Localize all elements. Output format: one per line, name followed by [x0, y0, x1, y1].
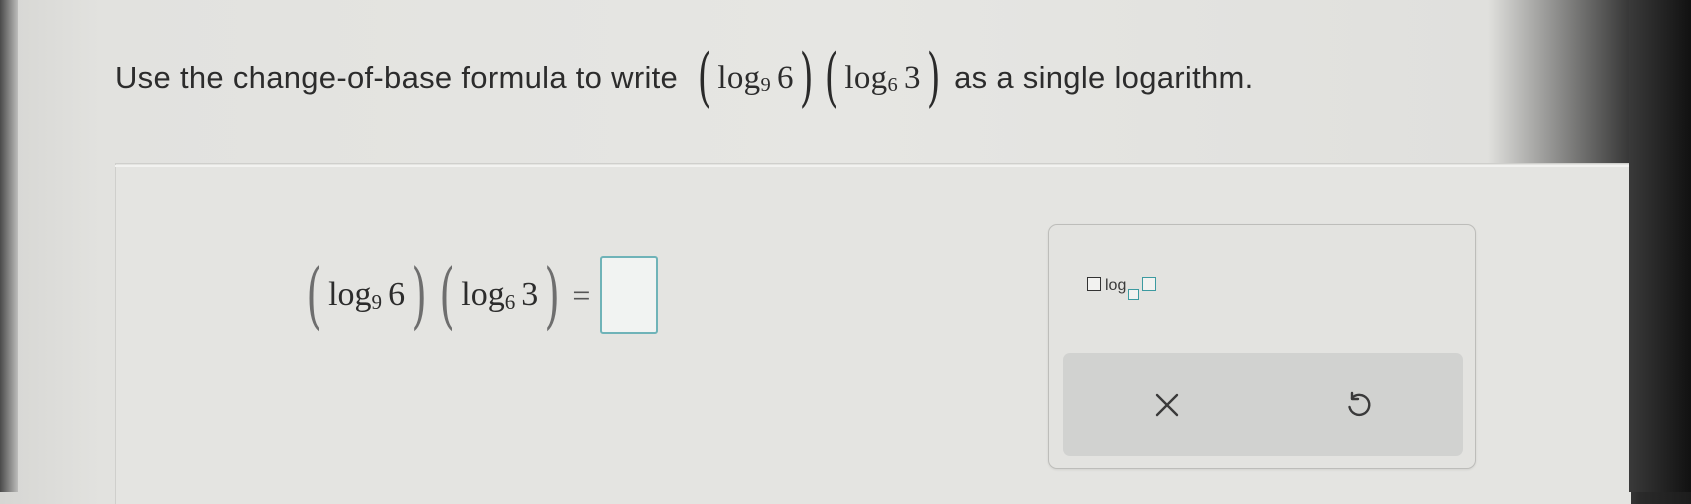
log1-word: log: [717, 59, 761, 96]
question-suffix: as a single logarithm.: [954, 60, 1254, 95]
log-template-button[interactable]: log: [1087, 277, 1157, 300]
argument-placeholder-icon: [1142, 277, 1157, 291]
left-paren-2: (: [824, 41, 839, 115]
eq-log1-word: log: [328, 276, 372, 313]
answer-equation: ( log 9 6 ) ( log 6 3 ) =: [300, 245, 659, 345]
screen-edge: [1629, 0, 1691, 492]
log2-word: log: [844, 59, 888, 96]
undo-button[interactable]: [1328, 377, 1388, 433]
undo-icon: [1348, 391, 1371, 417]
x-icon: [1155, 393, 1179, 417]
eq-log2-word: log: [461, 276, 505, 313]
eq-right-paren-2: ): [544, 253, 561, 337]
eq-log1-arg: 6: [388, 276, 406, 313]
question-expression: ( log 9 6 ) ( log 6 3 ): [692, 46, 946, 110]
answer-input-box[interactable]: [600, 256, 659, 334]
eq-left-paren-2: (: [439, 253, 455, 337]
question-prefix: Use the change-of-base formula to write: [115, 60, 679, 95]
left-paren-1: (: [697, 41, 712, 115]
clear-button[interactable]: [1137, 377, 1197, 433]
log1-arg: 6: [776, 59, 794, 96]
log2-base: 6: [887, 73, 898, 96]
base-placeholder-icon: [1128, 289, 1140, 300]
eq-log2-arg: 3: [521, 276, 539, 313]
math-palette: log: [1048, 224, 1476, 469]
log2-arg: 3: [903, 59, 921, 96]
log1-base: 9: [760, 73, 771, 96]
log-template-label: log: [1105, 277, 1127, 294]
eq-left-paren-1: (: [306, 253, 322, 337]
eq-log2-base: 6: [504, 289, 516, 314]
palette-toolbar: [1063, 353, 1463, 456]
equals-sign: =: [572, 276, 591, 313]
right-paren-1: ): [799, 41, 814, 115]
left-shadow: [0, 0, 18, 492]
coefficient-placeholder-icon: [1087, 277, 1101, 291]
right-paren-2: ): [926, 41, 941, 115]
panel-divider: [115, 165, 1630, 167]
eq-right-paren-1: ): [411, 253, 427, 337]
eq-log1-base: 9: [371, 289, 383, 314]
question-text: Use the change-of-base formula to write …: [115, 28, 1254, 128]
